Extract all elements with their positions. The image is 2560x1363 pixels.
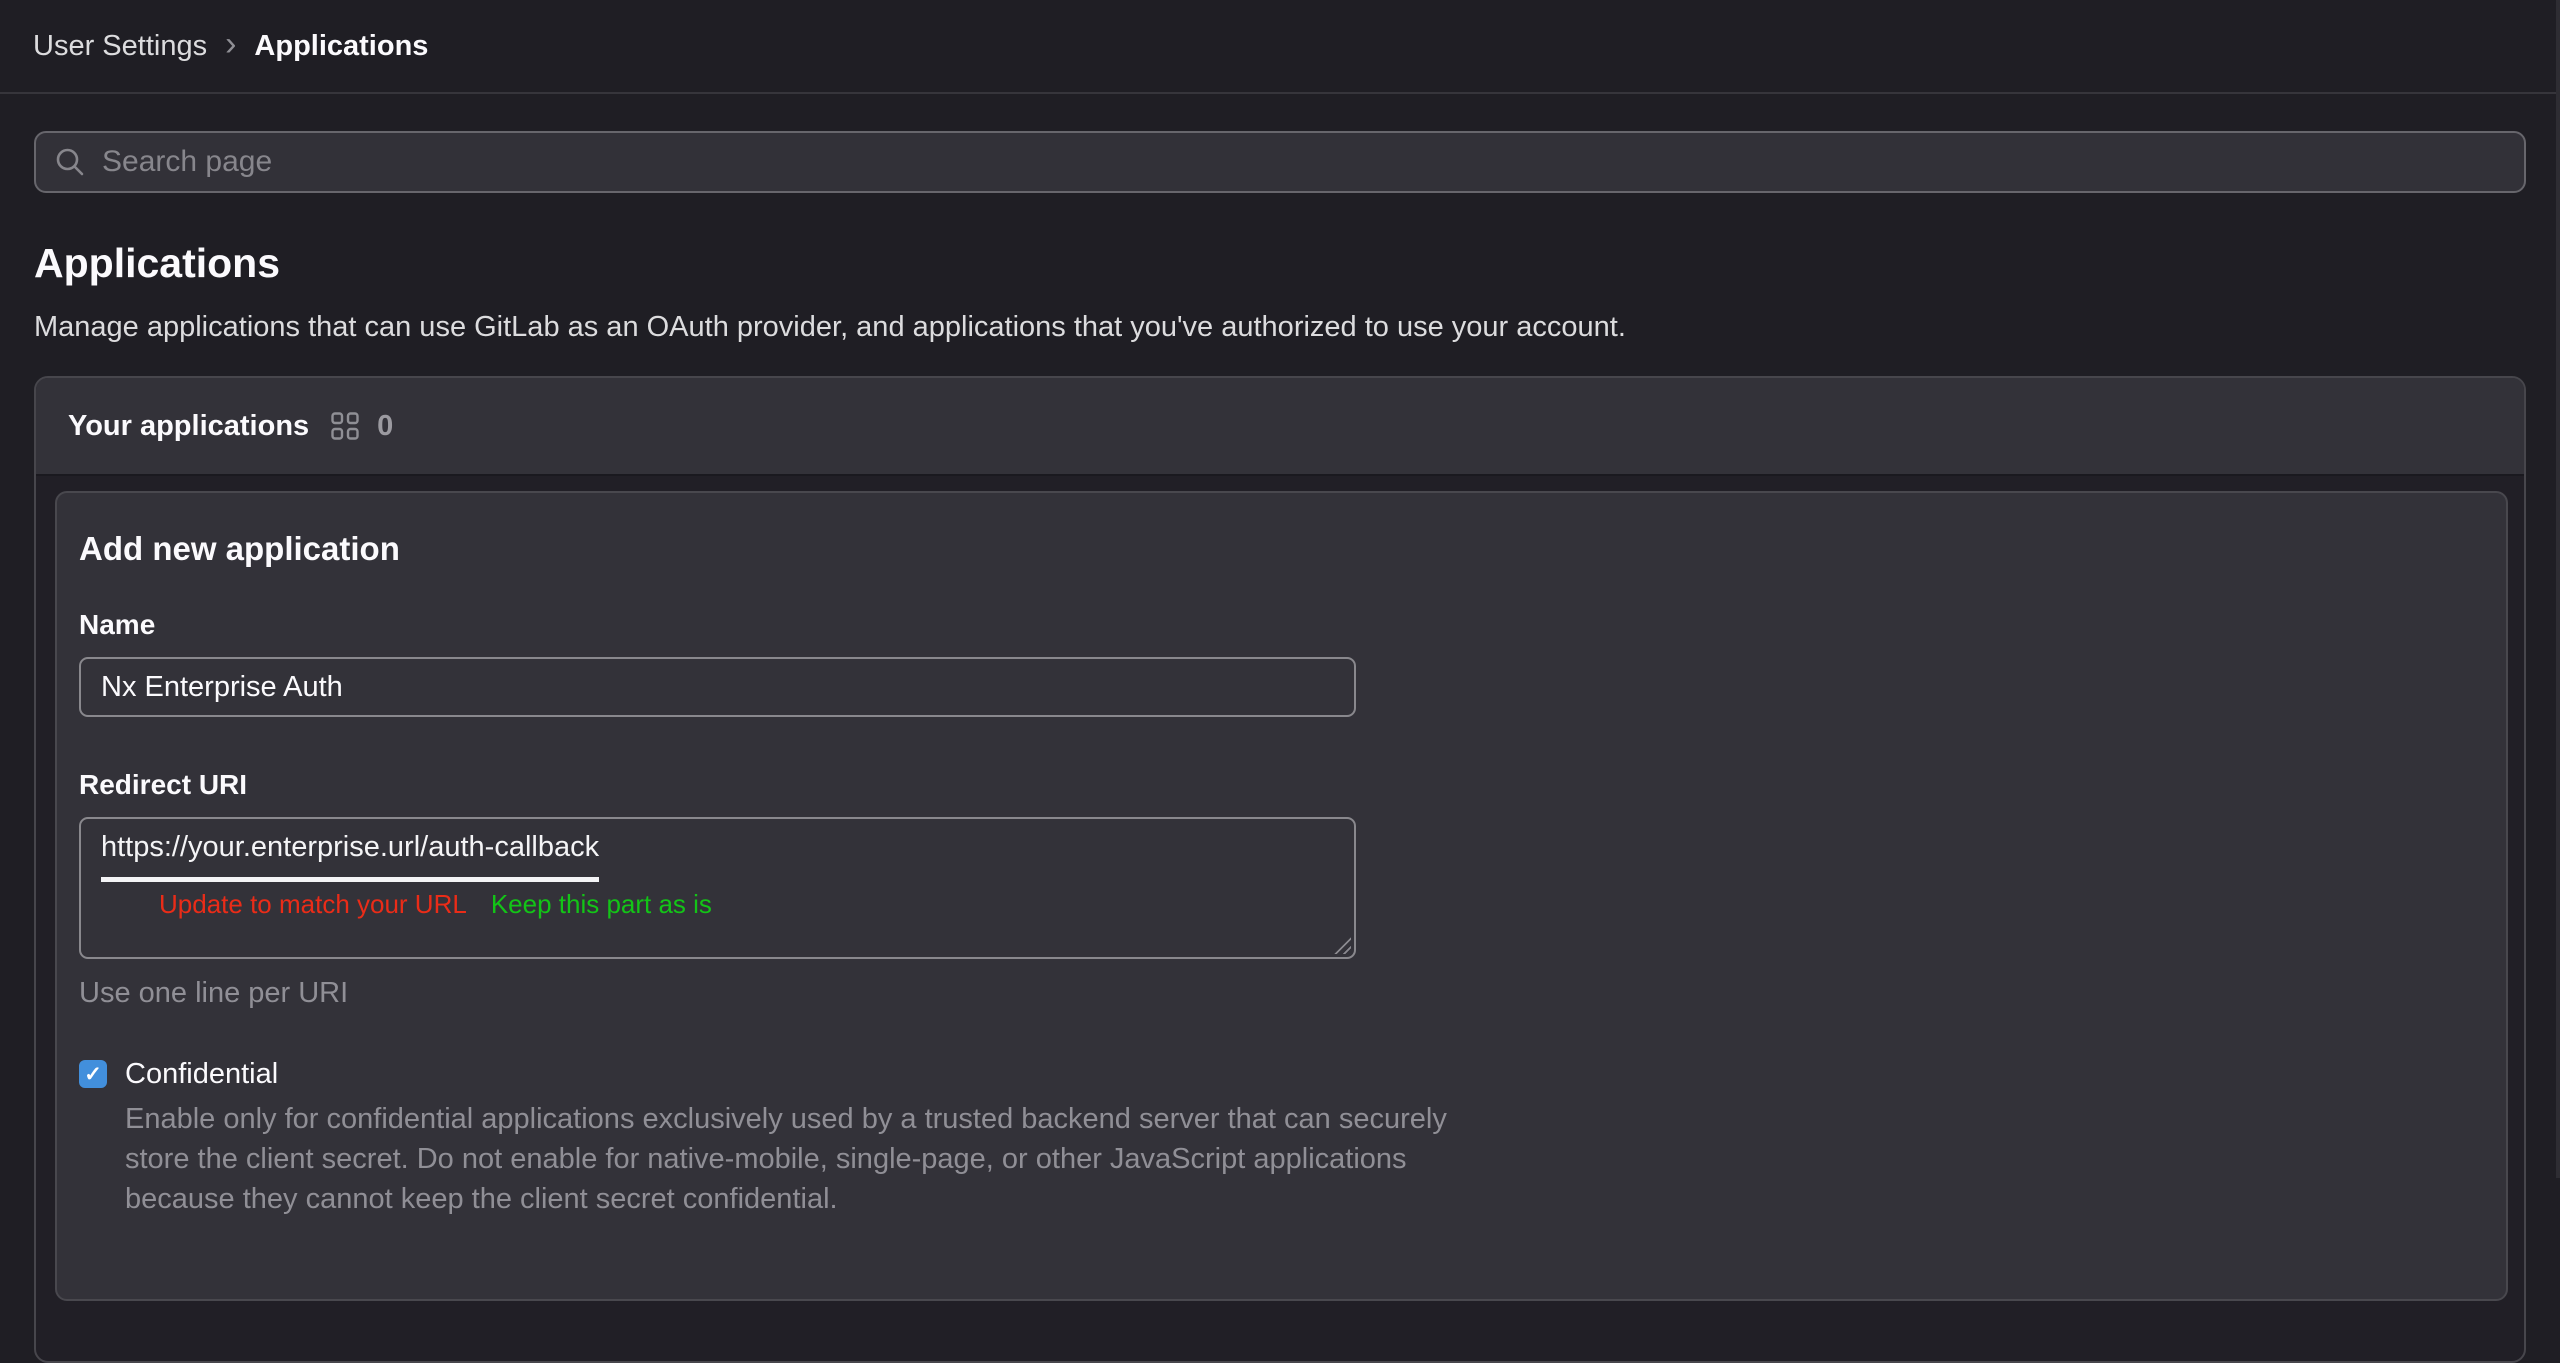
applications-count-badge: 0 [377, 410, 393, 443]
your-applications-title: Your applications [68, 406, 309, 446]
chevron-right-icon: › [225, 30, 236, 59]
your-applications-body: Add new application Name Redirect URI ht… [36, 476, 2524, 1361]
confidential-row: ✓ Confidential [79, 1057, 2482, 1091]
confidential-description: Enable only for confidential application… [125, 1099, 1470, 1219]
add-application-title: Add new application [79, 527, 2482, 571]
search-input[interactable]: Search page [34, 131, 2526, 193]
add-application-card: Add new application Name Redirect URI ht… [55, 491, 2508, 1301]
textarea-resize-grip[interactable] [1334, 937, 1351, 954]
breadcrumb-user-settings[interactable]: User Settings [33, 30, 207, 63]
annotation-update-url: Update to match your URL [159, 889, 467, 920]
scrollbar[interactable] [2556, 0, 2560, 1178]
annotation-keep-part: Keep this part as is [491, 889, 712, 920]
redirect-uri-annotations: Update to match your URL Keep this part … [101, 889, 1334, 920]
redirect-uri-textarea[interactable]: https://your.enterprise.url/auth-callbac… [79, 817, 1356, 959]
apps-grid-icon [331, 412, 359, 440]
breadcrumb: User Settings › Applications [33, 30, 428, 63]
page-description: Manage applications that can use GitLab … [34, 309, 2526, 345]
redirect-uri-value: https://your.enterprise.url/auth-callbac… [101, 831, 1334, 882]
redirect-uri-helper: Use one line per URI [79, 975, 2482, 1011]
redirect-uri-host-part: https://your.enterprise.url [101, 831, 420, 882]
your-applications-header: Your applications 0 [36, 378, 2524, 476]
breadcrumb-applications: Applications [254, 30, 428, 63]
confidential-label[interactable]: Confidential [125, 1057, 278, 1091]
page-title: Applications [34, 239, 2526, 287]
redirect-uri-label: Redirect URI [79, 767, 2482, 803]
name-label: Name [79, 607, 2482, 643]
main-content: Search page Applications Manage applicat… [0, 131, 2560, 1363]
confidential-checkbox[interactable]: ✓ [79, 1060, 107, 1088]
breadcrumb-bar: User Settings › Applications [0, 0, 2560, 94]
redirect-uri-path-part: /auth-callback [420, 831, 599, 882]
your-applications-section: Your applications 0 Add new application … [34, 376, 2526, 1363]
search-icon [54, 146, 86, 178]
search-placeholder: Search page [102, 145, 272, 179]
application-name-input[interactable] [79, 657, 1356, 717]
